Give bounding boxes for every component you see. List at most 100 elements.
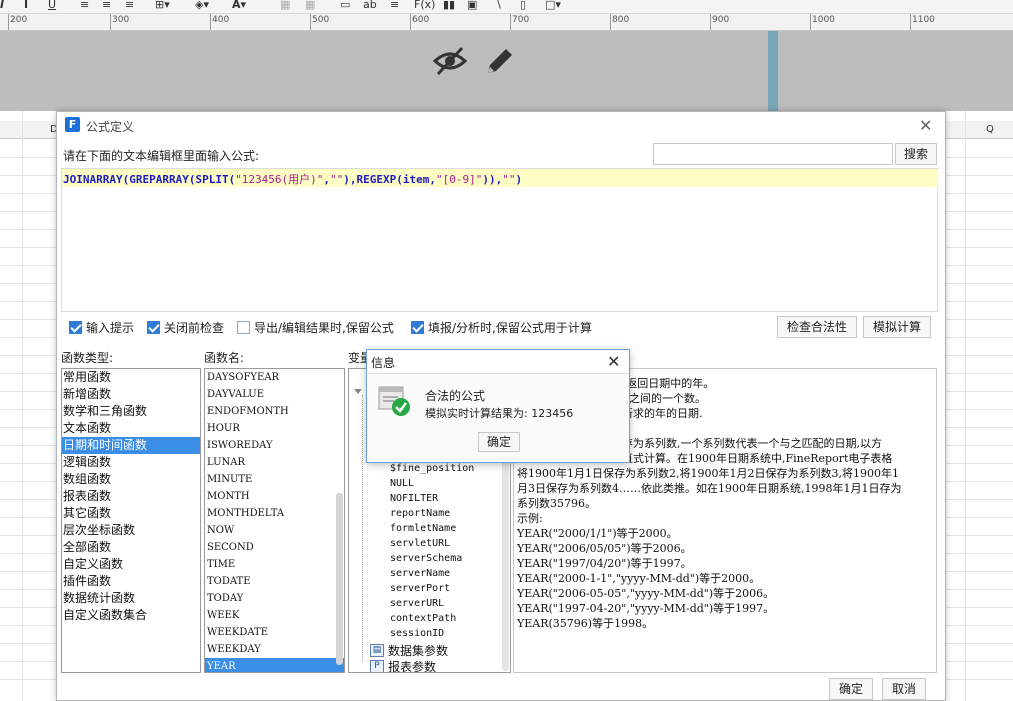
- list-item[interactable]: 报表函数: [62, 488, 200, 505]
- list-item[interactable]: 新增函数: [62, 386, 200, 403]
- function-type-list[interactable]: 常用函数 新增函数 数学和三角函数 文本函数 日期和时间函数 逻辑函数 数组函数…: [61, 368, 201, 673]
- input-hint-checkbox[interactable]: 输入提示: [69, 319, 134, 336]
- list-item[interactable]: WEEK: [205, 607, 344, 624]
- checkbox-unchecked-icon[interactable]: [237, 321, 250, 334]
- variable-item[interactable]: $fine_position: [390, 463, 474, 474]
- description-line: 所求的年的日期.: [622, 407, 703, 420]
- variable-item[interactable]: contextPath: [390, 613, 456, 624]
- list-item[interactable]: DAYSOFYEAR: [205, 369, 344, 386]
- variable-item[interactable]: serverURL: [390, 598, 444, 609]
- info-ok-button[interactable]: 确定: [478, 432, 520, 452]
- underline-icon[interactable]: U: [48, 0, 56, 11]
- close-icon[interactable]: ✕: [607, 352, 620, 371]
- variable-item[interactable]: serverSchema: [390, 553, 462, 564]
- variable-item[interactable]: NULL: [390, 478, 414, 489]
- list-item[interactable]: 自定义函数集合: [62, 607, 200, 624]
- list-item[interactable]: HOUR: [205, 420, 344, 437]
- paragraph-icon[interactable]: ≡: [390, 0, 399, 11]
- formula-text[interactable]: JOINARRAY(GREPARRAY(SPLIT("123456(用户)","…: [63, 171, 522, 187]
- variable-item[interactable]: servletURL: [390, 538, 450, 549]
- align-left-icon[interactable]: ≡: [80, 0, 89, 11]
- list-item[interactable]: 其它函数: [62, 505, 200, 522]
- list-item[interactable]: TODATE: [205, 573, 344, 590]
- tree-group-dataset-params[interactable]: ▤ 数据集参数: [370, 642, 448, 659]
- search-input[interactable]: [653, 143, 893, 165]
- variable-item[interactable]: serverPort: [390, 583, 450, 594]
- chart-icon[interactable]: ▮▮: [443, 0, 455, 11]
- list-item[interactable]: SECOND: [205, 539, 344, 556]
- border-icon[interactable]: ⊞▾: [155, 0, 170, 11]
- list-item[interactable]: LUNAR: [205, 454, 344, 471]
- merge-icon[interactable]: ▦: [280, 0, 290, 11]
- list-item-selected[interactable]: 日期和时间函数: [62, 437, 200, 454]
- export-keep-formula-checkbox[interactable]: 导出/编辑结果时,保留公式: [237, 319, 394, 336]
- search-button[interactable]: 搜索: [895, 143, 937, 165]
- page-icon[interactable]: ▯: [520, 0, 526, 11]
- font-color-icon[interactable]: A▾: [232, 0, 246, 11]
- info-dialog-body: 合法的公式 模拟实时计算结果为: 123456 确定: [368, 373, 629, 462]
- fill-color-icon[interactable]: ◈▾: [195, 0, 209, 11]
- list-item[interactable]: 插件函数: [62, 573, 200, 590]
- list-item[interactable]: 全部函数: [62, 539, 200, 556]
- list-item[interactable]: TODAY: [205, 590, 344, 607]
- slash-icon[interactable]: ∖: [495, 0, 502, 11]
- italic-icon[interactable]: I: [0, 0, 4, 11]
- scrollbar-thumb[interactable]: [336, 493, 343, 665]
- list-item[interactable]: 自定义函数: [62, 556, 200, 573]
- tree-group-report-params[interactable]: P 报表参数: [370, 658, 436, 672]
- ok-button[interactable]: 确定: [829, 678, 873, 700]
- variable-item[interactable]: formletName: [390, 523, 456, 534]
- variable-item[interactable]: reportName: [390, 508, 450, 519]
- fill-keep-formula-checkbox[interactable]: 填报/分析时,保留公式用于计算: [411, 319, 592, 336]
- description-line: 将1900年1月1日保存为系列数2,将1900年1月2日保存为系列数3,将190…: [517, 467, 899, 480]
- checkbox-checked-icon[interactable]: [69, 321, 82, 334]
- more-icon[interactable]: □▾: [545, 0, 561, 11]
- close-check-checkbox[interactable]: 关闭前检查: [147, 319, 224, 336]
- checkbox-checked-icon[interactable]: [411, 321, 424, 334]
- list-item[interactable]: 数学和三角函数: [62, 403, 200, 420]
- insert-icon[interactable]: ▭: [340, 0, 350, 11]
- list-item[interactable]: NOW: [205, 522, 344, 539]
- ruler-tick: [810, 14, 811, 30]
- variable-item[interactable]: NOFILTER: [390, 493, 438, 504]
- variable-item[interactable]: serverName: [390, 568, 450, 579]
- db-param-icon: ▤: [370, 644, 384, 657]
- list-item[interactable]: MONTHDELTA: [205, 505, 344, 522]
- split-icon[interactable]: ▦: [305, 0, 315, 11]
- list-item[interactable]: DAYVALUE: [205, 386, 344, 403]
- tree-collapse-icon[interactable]: [354, 389, 362, 394]
- list-item[interactable]: ISWOREDAY: [205, 437, 344, 454]
- list-item[interactable]: 数据统计函数: [62, 590, 200, 607]
- list-item[interactable]: 文本函数: [62, 420, 200, 437]
- list-item[interactable]: WEEKDAY: [205, 641, 344, 658]
- list-item[interactable]: 数组函数: [62, 471, 200, 488]
- list-item[interactable]: TIME: [205, 556, 344, 573]
- align-center-icon[interactable]: ≡: [102, 0, 111, 11]
- align-right-icon[interactable]: ≡: [125, 0, 134, 11]
- list-item[interactable]: 层次坐标函数: [62, 522, 200, 539]
- image-icon[interactable]: ▣: [467, 0, 477, 11]
- bold-icon[interactable]: I: [24, 0, 28, 11]
- text-icon[interactable]: ab: [363, 0, 377, 11]
- list-item[interactable]: 逻辑函数: [62, 454, 200, 471]
- description-line: 存为系列数,一个系列数代表一个与之匹配的日期,以方: [622, 437, 882, 450]
- list-item[interactable]: MONTH: [205, 488, 344, 505]
- variable-item[interactable]: sessionID: [390, 628, 444, 639]
- check-validity-button[interactable]: 检查合法性: [777, 316, 857, 338]
- function-name-list[interactable]: DAYSOFYEAR DAYVALUE ENDOFMONTH HOUR ISWO…: [204, 368, 345, 673]
- list-item-selected[interactable]: YEAR: [205, 658, 344, 672]
- report-param-icon: P: [370, 660, 384, 672]
- formula-icon[interactable]: F(x): [414, 0, 435, 11]
- list-item[interactable]: WEEKDATE: [205, 624, 344, 641]
- eye-off-icon[interactable]: [432, 45, 468, 77]
- formula-editor[interactable]: JOINARRAY(GREPARRAY(SPLIT("123456(用户)","…: [61, 168, 938, 312]
- checkbox-checked-icon[interactable]: [147, 321, 160, 334]
- list-item[interactable]: MINUTE: [205, 471, 344, 488]
- info-dialog-title: 信息: [371, 356, 396, 370]
- close-icon[interactable]: ✕: [919, 116, 932, 135]
- list-item[interactable]: 常用函数: [62, 369, 200, 386]
- simulate-button[interactable]: 模拟计算: [863, 316, 931, 338]
- cancel-button[interactable]: 取消: [882, 678, 926, 700]
- list-item[interactable]: ENDOFMONTH: [205, 403, 344, 420]
- pencil-icon[interactable]: [484, 45, 516, 77]
